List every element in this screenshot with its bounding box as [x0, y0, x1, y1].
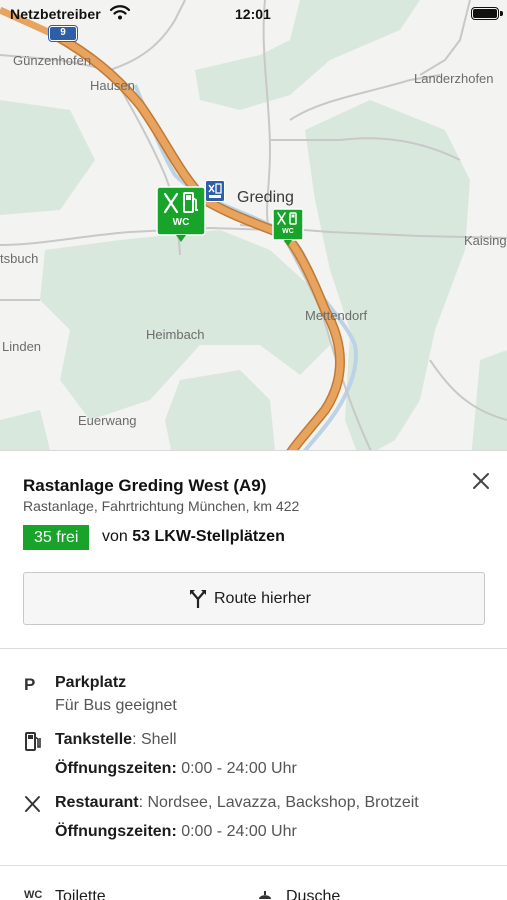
route-here-label: Route hierher: [214, 590, 311, 607]
restaurant-line: Restaurant: Nordsee, Lavazza, Backshop, …: [55, 794, 419, 812]
restaurant-names: : Nordsee, Lavazza, Backshop, Brotzeit: [138, 794, 419, 811]
shower-icon: [256, 889, 274, 900]
rest-area-title: Rastanlage Greding West (A9): [23, 476, 267, 495]
status-time: 12:01: [235, 6, 271, 22]
fuel-hours-value: 0:00 - 24:00 Uhr: [176, 760, 297, 777]
carrier-label: Netzbetreiber: [10, 6, 101, 22]
parking-title: Parkplatz: [55, 674, 127, 691]
place-label-tsbuch: tsbuch: [0, 251, 39, 266]
restaurant-hours-value: 0:00 - 24:00 Uhr: [176, 823, 297, 840]
place-label-euerwang: Euerwang: [78, 413, 137, 428]
restaurant-hours-label: Öffnungszeiten:: [55, 823, 177, 840]
route-here-button[interactable]: Route hierher: [23, 572, 485, 625]
battery-icon: [471, 7, 503, 20]
parking-sign-icon[interactable]: [205, 180, 225, 202]
fuel-station-line: Tankstelle: Shell: [55, 731, 177, 749]
route-fork-icon: [190, 590, 206, 608]
fuel-hours-label: Öffnungszeiten:: [55, 760, 177, 777]
wifi-icon: [110, 5, 130, 20]
restaurant-hours-line: Öffnungszeiten: 0:00 - 24:00 Uhr: [55, 823, 297, 841]
place-label-landerzhofen: Landerzhofen: [414, 71, 494, 86]
divider: [0, 865, 507, 866]
place-label-linden: Linden: [2, 339, 42, 354]
rest-area-subtitle: Rastanlage, Fahrtrichtung München, km 42…: [23, 498, 300, 514]
highway-shield-icon: 9: [49, 26, 77, 41]
rest-area-marker-west[interactable]: WC: [156, 186, 206, 242]
place-label-hausen: Hausen: [90, 78, 135, 93]
place-label-greding: Greding: [237, 189, 294, 206]
fuel-station-title: Tankstelle: [55, 731, 133, 748]
parking-icon: P: [24, 675, 36, 694]
amenity-shower: Dusche: [286, 888, 341, 900]
restaurant-icon: [24, 794, 42, 814]
place-label-kaising: Kaising: [464, 233, 507, 248]
toilet-icon: WC: [24, 889, 43, 900]
fuel-hours-line: Öffnungszeiten: 0:00 - 24:00 Uhr: [55, 760, 297, 778]
parking-subtitle: Für Bus geeignet: [55, 697, 177, 714]
truck-spaces-info: von 53 LKW-Stellplätzen: [102, 528, 285, 546]
divider: [0, 648, 507, 649]
close-icon: [473, 473, 489, 489]
rest-area-detail-sheet: Rastanlage Greding West (A9) Rastanlage,…: [0, 450, 507, 900]
rest-area-marker-east[interactable]: WC: [272, 208, 304, 246]
rest-area-pin-icon: [272, 208, 304, 246]
place-label-heimbach: Heimbach: [146, 327, 205, 342]
fuel-station-brand: : Shell: [132, 731, 177, 748]
place-label-gunzenhofen: Günzenhofen: [13, 53, 92, 68]
amenity-toilet: Toilette: [55, 888, 106, 900]
fuel-pump-icon: [24, 731, 42, 751]
close-button[interactable]: [468, 468, 494, 494]
rest-area-wc-label: WC: [172, 217, 190, 228]
place-label-mettendorf: Mettendorf: [305, 308, 368, 323]
rest-area-wc-label: WC: [282, 228, 294, 235]
status-bar: Netzbetreiber 12:01: [0, 0, 507, 28]
restaurant-title: Restaurant: [55, 794, 139, 811]
map-view[interactable]: 9 Günzenhofen Hausen Landerzhofen Gredin…: [0, 0, 507, 470]
truck-spaces-total: 53 LKW-Stellplätzen: [132, 528, 285, 545]
free-of-label: von: [102, 528, 128, 545]
free-spaces-badge: 35 frei: [23, 525, 90, 550]
rest-area-pin-icon: [156, 186, 206, 242]
